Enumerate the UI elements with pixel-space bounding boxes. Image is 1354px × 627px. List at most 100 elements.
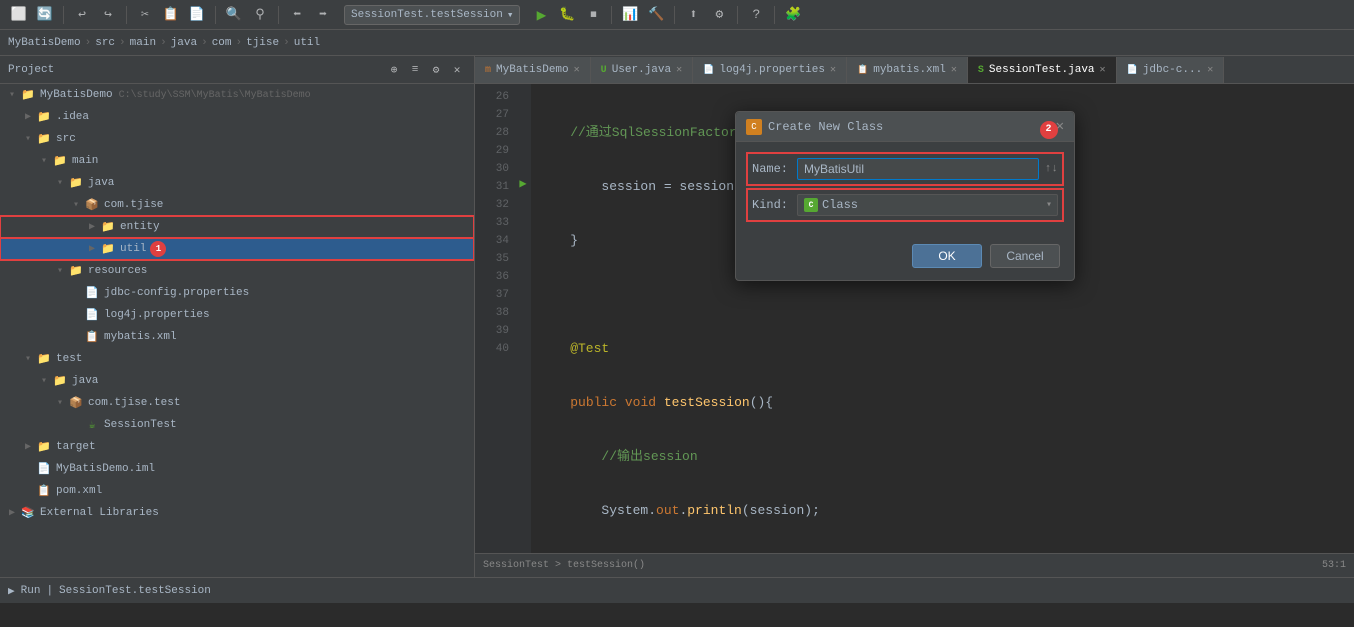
sidebar-header: Project ⊕ ≡ ⚙ ✕ xyxy=(0,56,474,84)
package-icon-com-tjise: 📦 xyxy=(84,197,100,213)
tree-label-main: main xyxy=(72,155,98,167)
tree-item-mybatis-xml[interactable]: 📋 mybatis.xml xyxy=(0,326,474,348)
prev-icon[interactable]: ⬅ xyxy=(286,4,308,26)
tree-item-java[interactable]: ▾ 📁 java xyxy=(0,172,474,194)
search2-icon[interactable]: ⚲ xyxy=(249,4,271,26)
tree-label-external-libs: External Libraries xyxy=(40,507,159,519)
tab-close-sessiontest[interactable]: ✕ xyxy=(1100,64,1106,76)
sort-icon[interactable]: ↑↓ xyxy=(1045,163,1058,175)
session-dropdown[interactable]: SessionTest.testSession ▾ xyxy=(344,5,520,25)
sidebar-icon-settings[interactable]: ⚙ xyxy=(427,61,445,79)
tree-item-root[interactable]: ▾ 📁 MyBatisDemo C:\study\SSM\MyBatis\MyB… xyxy=(0,84,474,106)
tab-user-java[interactable]: U User.java ✕ xyxy=(591,57,693,83)
sidebar: Project ⊕ ≡ ⚙ ✕ ▾ 📁 MyBatisDemo C:\study… xyxy=(0,56,475,577)
tab-jdbc[interactable]: 📄 jdbc-c... ✕ xyxy=(1117,57,1225,83)
tree-label-sessiontest: SessionTest xyxy=(104,419,177,431)
breadcrumb-bar: MyBatisDemo › src › main › java › com › … xyxy=(0,30,1354,56)
vcs-icon[interactable]: ⬆ xyxy=(682,4,704,26)
tree-item-log4j[interactable]: 📄 log4j.properties xyxy=(0,304,474,326)
stop-icon[interactable]: ⏹ xyxy=(582,4,604,26)
toolbar-sep-3 xyxy=(215,6,216,24)
tree-label-mybatis-xml: mybatis.xml xyxy=(104,331,177,343)
breadcrumb-project[interactable]: MyBatisDemo xyxy=(8,37,81,49)
dialog-ok-button[interactable]: OK xyxy=(912,244,982,268)
breadcrumb-main[interactable]: main xyxy=(130,37,156,49)
java-icon-sessiontest: ☕ xyxy=(84,417,100,433)
breadcrumb-tjise[interactable]: tjise xyxy=(246,37,279,49)
tab-mybatisdemo[interactable]: m MyBatisDemo ✕ xyxy=(475,57,591,83)
tree-arrow-resources: ▾ xyxy=(52,265,68,277)
tree-label-com-tjise: com.tjise xyxy=(104,199,163,211)
dialog-kind-select[interactable]: C Class xyxy=(797,194,1058,216)
next-icon[interactable]: ➡ xyxy=(312,4,334,26)
tree-item-target[interactable]: ▶ 📁 target xyxy=(0,436,474,458)
tree-label-entity: entity xyxy=(120,221,160,233)
help-icon[interactable]: ? xyxy=(745,4,767,26)
tree-item-resources[interactable]: ▾ 📁 resources xyxy=(0,260,474,282)
folder-icon-main: 📁 xyxy=(52,153,68,169)
tab-label-sessiontest: SessionTest.java xyxy=(989,64,1095,76)
settings-icon[interactable]: ⚙ xyxy=(708,4,730,26)
run-button[interactable]: ▶ xyxy=(530,4,552,26)
tree-arrow-main: ▾ xyxy=(36,155,52,167)
tree-arrow-util: ▶ xyxy=(84,243,100,255)
xml-icon-pom: 📋 xyxy=(36,483,52,499)
code-text-32: //输出session xyxy=(539,448,698,466)
badge-util: 1 xyxy=(150,241,166,257)
sidebar-icon-sync[interactable]: ≡ xyxy=(406,61,424,79)
cut-icon[interactable]: ✂ xyxy=(134,4,156,26)
tree-item-util[interactable]: ▶ 📁 util 1 xyxy=(0,238,474,260)
breadcrumb-src[interactable]: src xyxy=(95,37,115,49)
tab-mybatis-xml[interactable]: 📋 mybatis.xml ✕ xyxy=(847,57,968,83)
plugin-icon[interactable]: 🧩 xyxy=(782,4,804,26)
build-icon[interactable]: 🔨 xyxy=(645,4,667,26)
tree-item-test[interactable]: ▾ 📁 test xyxy=(0,348,474,370)
tree-item-com-tjise-test[interactable]: ▾ 📦 com.tjise.test xyxy=(0,392,474,414)
folder-icon-test-java: 📁 xyxy=(52,373,68,389)
tree-label-src: src xyxy=(56,133,76,145)
forward-icon[interactable]: ↪ xyxy=(97,4,119,26)
toolbar-icon-1[interactable]: ⬜ xyxy=(8,4,30,26)
dialog-badge: 2 xyxy=(1040,121,1058,139)
line-gutter: ▶ xyxy=(515,84,531,553)
copy-icon[interactable]: 📋 xyxy=(160,4,182,26)
tree-item-sessiontest[interactable]: ☕ SessionTest xyxy=(0,414,474,436)
paste-icon[interactable]: 📄 xyxy=(186,4,208,26)
session-dropdown-label: SessionTest.testSession xyxy=(351,9,503,21)
debug-button[interactable]: 🐛 xyxy=(556,4,578,26)
sidebar-icon-add[interactable]: ⊕ xyxy=(385,61,403,79)
back-icon[interactable]: ↩ xyxy=(71,4,93,26)
tree-item-idea[interactable]: ▶ 📁 .idea xyxy=(0,106,474,128)
tab-sessiontest[interactable]: S SessionTest.java ✕ xyxy=(968,57,1117,83)
sidebar-icon-close[interactable]: ✕ xyxy=(448,61,466,79)
tab-close-log4j[interactable]: ✕ xyxy=(830,64,836,76)
toolbar-sep-1 xyxy=(63,6,64,24)
tree-item-test-java[interactable]: ▾ 📁 java xyxy=(0,370,474,392)
tree-item-iml[interactable]: 📄 MyBatisDemo.iml xyxy=(0,458,474,480)
folder-icon-test: 📁 xyxy=(36,351,52,367)
coverage-icon[interactable]: 📊 xyxy=(619,4,641,26)
toolbar-icon-2[interactable]: 🔄 xyxy=(34,4,56,26)
toolbar-sep-5 xyxy=(611,6,612,24)
tree-item-jdbc-config[interactable]: 📄 jdbc-config.properties xyxy=(0,282,474,304)
tree-item-src[interactable]: ▾ 📁 src xyxy=(0,128,474,150)
tab-close-mybatis[interactable]: ✕ xyxy=(951,64,957,76)
dialog-cancel-button[interactable]: Cancel xyxy=(990,244,1060,268)
tree-item-entity[interactable]: ▶ 📁 entity xyxy=(0,216,474,238)
tab-close-mybatisdemo[interactable]: ✕ xyxy=(574,64,580,76)
tree-item-com-tjise[interactable]: ▾ 📦 com.tjise xyxy=(0,194,474,216)
tab-close-user[interactable]: ✕ xyxy=(676,64,682,76)
breadcrumb-util[interactable]: util xyxy=(294,37,320,49)
tree-arrow-test-java: ▾ xyxy=(36,375,52,387)
tree-item-external-libs[interactable]: ▶ 📚 External Libraries xyxy=(0,502,474,524)
tree-item-pom[interactable]: 📋 pom.xml xyxy=(0,480,474,502)
prop-icon-log4j: 📄 xyxy=(84,307,100,323)
tab-log4j[interactable]: 📄 log4j.properties ✕ xyxy=(693,57,847,83)
tree-item-main[interactable]: ▾ 📁 main xyxy=(0,150,474,172)
breadcrumb-com[interactable]: com xyxy=(212,37,232,49)
dialog-name-input[interactable] xyxy=(797,158,1039,180)
search-icon[interactable]: 🔍 xyxy=(223,4,245,26)
tab-close-jdbc[interactable]: ✕ xyxy=(1207,64,1213,76)
breadcrumb-java[interactable]: java xyxy=(171,37,197,49)
title-bar: ⬜ 🔄 ↩ ↪ ✂ 📋 📄 🔍 ⚲ ⬅ ➡ SessionTest.testSe… xyxy=(0,0,1354,30)
